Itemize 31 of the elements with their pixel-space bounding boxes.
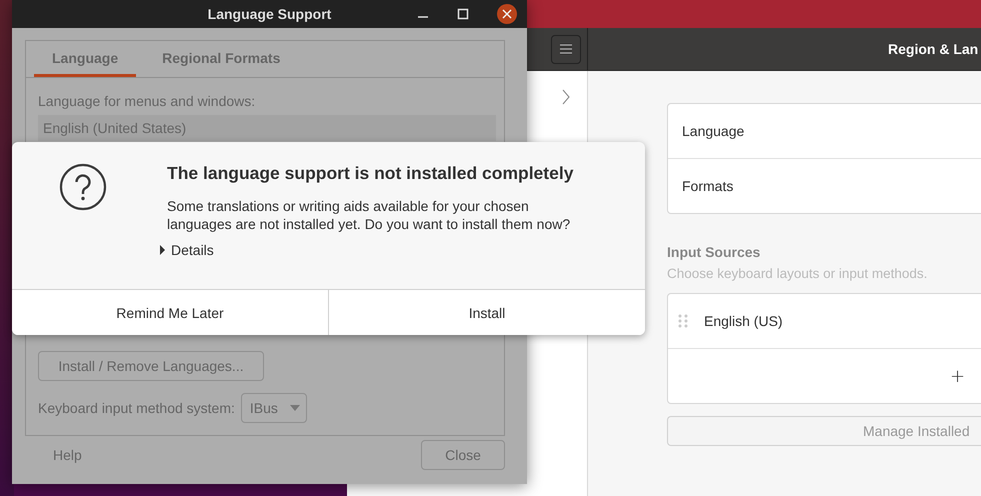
tab[interactable]: Language — [34, 41, 136, 77]
details-expander[interactable]: Details — [160, 242, 214, 258]
close-button[interactable]: Close — [421, 440, 505, 470]
help-button[interactable]: Help — [25, 447, 82, 463]
section-heading: Input Sources — [667, 244, 762, 260]
dropdown-icon — [290, 405, 300, 411]
section-hint: Choose keyboard layouts or input methods. — [667, 266, 928, 281]
menu-icon — [560, 44, 572, 54]
maximize-icon[interactable] — [457, 8, 469, 20]
question-icon — [59, 163, 107, 211]
settings-row[interactable]: Formats — [668, 158, 981, 213]
close-icon[interactable] — [497, 4, 517, 24]
dialog-message: Some translations or writing aids available for your chosen languages are not installed yet. Do you want to install them now? — [167, 197, 572, 233]
menu-button[interactable] — [551, 34, 581, 64]
drag-handle-icon[interactable] — [678, 314, 688, 328]
tab[interactable]: Regional Formats — [144, 41, 298, 77]
install-remove-button[interactable]: Install / Remove Languages... — [38, 351, 264, 381]
window-title: Region & Lan — [888, 41, 978, 57]
add-button[interactable]: + — [946, 366, 970, 386]
dialog-button[interactable]: Remind Me Later — [12, 290, 328, 335]
field-label: Language for menus and windows: — [38, 93, 256, 109]
field-label: Keyboard input method system: — [38, 400, 235, 416]
window-title: Language Support — [208, 6, 332, 22]
input-source-name: English (US) — [704, 313, 783, 329]
language-list-item[interactable]: English (United States) — [38, 115, 496, 141]
dialog-title: The language support is not installed completely — [167, 163, 574, 184]
dialog-button[interactable]: Install — [328, 290, 645, 335]
chevron-icon[interactable] — [562, 89, 570, 105]
settings-row[interactable]: Language — [668, 104, 981, 158]
manage-installed-button[interactable]: Manage Installed — [667, 416, 981, 446]
input-method-dropdown[interactable]: IBus — [240, 393, 307, 423]
